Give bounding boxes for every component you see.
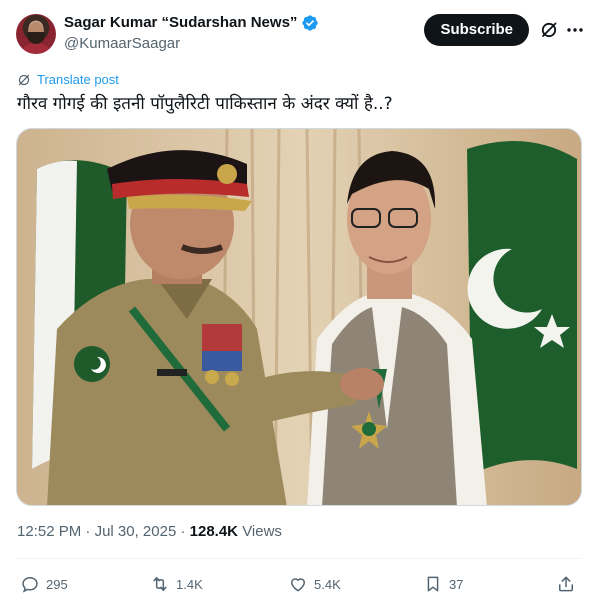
post-meta: 12:52 PM · Jul 30, 2025 · 128.4K Views xyxy=(17,523,282,540)
subscribe-button[interactable]: Subscribe xyxy=(424,14,529,46)
reply-button[interactable]: 295 xyxy=(20,572,68,596)
repost-icon xyxy=(153,577,167,591)
author-name-row[interactable]: Sagar Kumar “Sudarshan News” xyxy=(64,13,319,33)
ceremony-illustration xyxy=(17,129,581,505)
divider xyxy=(16,558,582,559)
bookmark-icon xyxy=(427,576,439,592)
repost-button[interactable]: 1.4K xyxy=(150,572,203,596)
translate-post-link[interactable]: Translate post xyxy=(17,72,119,88)
reply-icon xyxy=(22,576,38,593)
post-image[interactable] xyxy=(16,128,582,506)
more-icon[interactable] xyxy=(565,20,585,40)
author-display-name[interactable]: Sagar Kumar “Sudarshan News” xyxy=(64,13,297,33)
avatar[interactable] xyxy=(16,14,56,54)
repost-count: 1.4K xyxy=(176,576,203,592)
views-count: 128.4K xyxy=(189,523,239,540)
grok-icon[interactable] xyxy=(539,20,559,40)
views-label: Views xyxy=(242,523,282,540)
like-button[interactable]: 5.4K xyxy=(288,572,341,596)
translate-label[interactable]: Translate post xyxy=(37,72,119,88)
post-text: गौरव गोगई की इतनी पॉपुलैरिटी पाकिस्तान क… xyxy=(17,94,393,114)
like-icon xyxy=(291,578,305,592)
share-button[interactable] xyxy=(556,572,576,596)
reply-count: 295 xyxy=(46,576,68,592)
post-date[interactable]: Jul 30, 2025 xyxy=(95,523,177,540)
translate-icon xyxy=(18,74,30,86)
post-header: Sagar Kumar “Sudarshan News” @KumaarSaag… xyxy=(16,12,585,56)
verified-badge-icon xyxy=(302,15,319,31)
author-handle[interactable]: @KumaarSaagar xyxy=(64,34,319,54)
like-count: 5.4K xyxy=(314,576,341,592)
share-icon xyxy=(559,576,573,592)
bookmark-count: 37 xyxy=(449,576,464,592)
bookmark-button[interactable]: 37 xyxy=(423,572,463,596)
action-bar: 295 1.4K 5.4K 37 xyxy=(20,572,580,596)
author-block: Sagar Kumar “Sudarshan News” @KumaarSaag… xyxy=(64,13,319,54)
post-time[interactable]: 12:52 PM xyxy=(17,523,81,540)
